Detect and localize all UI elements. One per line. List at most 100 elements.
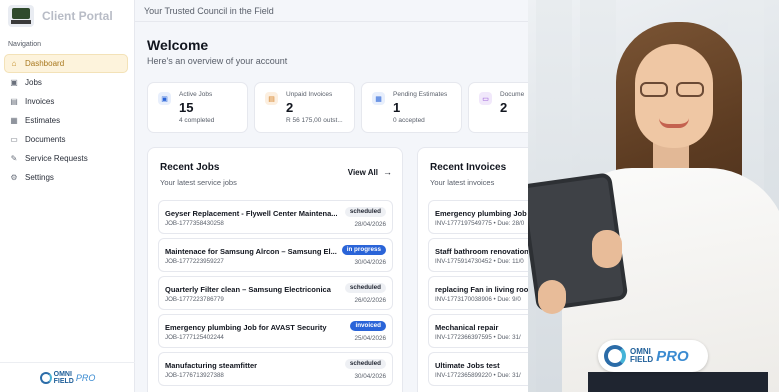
job-id: JOB-1777125402244 bbox=[165, 334, 224, 341]
job-id: JOB-1777358430258 bbox=[165, 220, 224, 227]
job-id: JOB-1776713927388 bbox=[165, 372, 224, 379]
invoice-id: INV-1772366397595 • Due: 31/ bbox=[435, 334, 521, 341]
sidebar-item-label: Invoices bbox=[25, 97, 55, 106]
page-title: Welcome bbox=[147, 37, 209, 53]
sidebar-item-label: Service Requests bbox=[25, 154, 88, 163]
job-date: 30/04/2026 bbox=[354, 259, 386, 266]
page-subtitle: Here's an overview of your account bbox=[147, 56, 288, 66]
job-id: JOB-1777223786779 bbox=[165, 296, 224, 303]
sidebar-item-invoices[interactable]: ▤ Invoices bbox=[4, 92, 128, 111]
job-date: 28/04/2026 bbox=[354, 221, 386, 228]
sidebar-item-jobs[interactable]: ▣ Jobs bbox=[4, 73, 128, 92]
view-all-label: View All bbox=[347, 167, 378, 177]
omnifield-logo-badge: OMNI FIELD PRO bbox=[598, 340, 708, 372]
job-title: Maintenace for Samsung Alrcon – Samsung … bbox=[165, 247, 337, 256]
photo-skirt bbox=[588, 372, 768, 392]
folder-icon: ▭ bbox=[10, 135, 18, 144]
job-title: Manufacturing steamfitter bbox=[165, 361, 258, 370]
company-logo bbox=[8, 5, 34, 27]
logo-word-top: OMNI bbox=[53, 370, 72, 378]
photo-hand bbox=[538, 280, 566, 314]
job-row[interactable]: Maintenace for Samsung Alrcon – Samsung … bbox=[158, 238, 393, 272]
logo-word-bottom: FIELD bbox=[630, 355, 654, 364]
sidebar-item-label: Jobs bbox=[25, 78, 42, 87]
main-content: Your Trusted Council in the Field Welcom… bbox=[135, 0, 557, 392]
logo-ring-icon bbox=[604, 345, 626, 367]
stat-label: Pending Estimates bbox=[393, 91, 448, 98]
status-badge: scheduled bbox=[344, 207, 386, 217]
sidebar-item-label: Documents bbox=[25, 135, 66, 144]
sidebar-item-estimates[interactable]: ▦ Estimates bbox=[4, 111, 128, 130]
logo-ring-icon bbox=[39, 371, 52, 384]
file-icon: ▤ bbox=[265, 92, 278, 105]
invoice-id: INV-1777197549775 • Due: 28/0 bbox=[435, 220, 525, 227]
invoice-title: replacing Fan in living room bbox=[435, 285, 535, 294]
job-id: JOB-1777223959227 bbox=[165, 258, 224, 265]
job-row[interactable]: Manufacturing steamfitter JOB-1776713927… bbox=[158, 352, 393, 386]
logo-wordmark: OMNI FIELD bbox=[54, 371, 74, 385]
sidebar-item-label: Dashboard bbox=[25, 59, 65, 68]
stat-note: 4 completed bbox=[179, 117, 215, 124]
photo-hand bbox=[592, 230, 622, 268]
status-badge: scheduled bbox=[344, 283, 386, 293]
stat-value: 2 bbox=[286, 100, 294, 115]
job-date: 30/04/2026 bbox=[354, 373, 386, 380]
sidebar: Client Portal Navigation ⌂ Dashboard ▣ J… bbox=[0, 0, 135, 392]
stat-note: R 56 175,00 outst... bbox=[286, 117, 343, 124]
sidebar-item-settings[interactable]: ⚙ Settings bbox=[4, 168, 128, 187]
stat-label: Docume bbox=[500, 91, 525, 98]
job-date: 25/04/2026 bbox=[354, 335, 386, 342]
status-badge: scheduled bbox=[344, 359, 386, 369]
status-badge: in progress bbox=[341, 245, 386, 255]
stat-card-pending-estimates[interactable]: ▦ Pending Estimates 1 0 accepted bbox=[361, 82, 462, 133]
job-row[interactable]: Emergency plumbing Job for AVAST Securit… bbox=[158, 314, 393, 348]
invoice-id: INV-1775914730452 • Due: 11/0 bbox=[435, 258, 524, 265]
calculator-icon: ▦ bbox=[372, 92, 385, 105]
sidebar-footer: OMNI FIELD PRO bbox=[0, 362, 135, 392]
job-row[interactable]: Quarterly Filter clean – Samsung Electri… bbox=[158, 276, 393, 310]
briefcase-icon: ▣ bbox=[158, 92, 171, 105]
job-date: 26/02/2026 bbox=[354, 297, 386, 304]
topbar: Your Trusted Council in the Field bbox=[135, 0, 528, 22]
stat-card-active-jobs[interactable]: ▣ Active Jobs 15 4 completed bbox=[147, 82, 248, 133]
logo-pro: PRO bbox=[656, 347, 689, 365]
stat-value: 2 bbox=[500, 100, 508, 115]
folder-icon: ▭ bbox=[479, 92, 492, 105]
recent-jobs-subtitle: Your latest service jobs bbox=[160, 178, 237, 187]
sidebar-item-service-requests[interactable]: ✎ Service Requests bbox=[4, 149, 128, 168]
recent-invoices-title: Recent Invoices bbox=[430, 162, 507, 173]
arrow-right-icon: → bbox=[383, 167, 392, 177]
file-icon: ▤ bbox=[10, 97, 18, 106]
logo-word-bottom: FIELD bbox=[53, 377, 74, 385]
nav-section-label: Navigation bbox=[8, 41, 42, 48]
logo-pro: PRO bbox=[75, 372, 96, 383]
logo-wordmark: OMNI FIELD bbox=[630, 348, 653, 364]
stat-value: 15 bbox=[179, 100, 194, 115]
job-title: Geyser Replacement - Flywell Center Main… bbox=[165, 209, 337, 218]
calculator-icon: ▦ bbox=[10, 116, 18, 125]
briefcase-icon: ▣ bbox=[10, 78, 18, 87]
stat-value: 1 bbox=[393, 100, 401, 115]
job-row[interactable]: Geyser Replacement - Flywell Center Main… bbox=[158, 200, 393, 234]
topbar-tagline: Your Trusted Council in the Field bbox=[144, 5, 274, 16]
invoice-title: Emergency plumbing Job fo bbox=[435, 209, 535, 218]
stat-label: Active Jobs bbox=[179, 91, 213, 98]
sidebar-item-label: Estimates bbox=[25, 116, 61, 125]
sidebar-item-label: Settings bbox=[25, 173, 54, 182]
recent-jobs-card: Recent Jobs Your latest service jobs Vie… bbox=[147, 147, 403, 392]
sidebar-item-dashboard[interactable]: ⌂ Dashboard bbox=[4, 54, 128, 73]
invoice-title: Mechanical repair bbox=[435, 323, 499, 332]
sidebar-item-documents[interactable]: ▭ Documents bbox=[4, 130, 128, 149]
sidebar-nav: ⌂ Dashboard ▣ Jobs ▤ Invoices ▦ Estimate… bbox=[0, 54, 134, 187]
stat-label: Unpaid Invoices bbox=[286, 91, 333, 98]
wrench-icon: ✎ bbox=[10, 154, 18, 163]
stat-card-unpaid-invoices[interactable]: ▤ Unpaid Invoices 2 R 56 175,00 outst... bbox=[254, 82, 355, 133]
invoice-id: INV-1773170038906 • Due: 9/0 bbox=[435, 296, 521, 303]
brand: Client Portal bbox=[0, 0, 134, 32]
recent-jobs-list: Geyser Replacement - Flywell Center Main… bbox=[158, 200, 393, 390]
recent-invoices-subtitle: Your latest invoices bbox=[430, 178, 495, 187]
status-badge: invoiced bbox=[350, 321, 386, 331]
job-title: Quarterly Filter clean – Samsung Electri… bbox=[165, 285, 331, 294]
invoice-title: Staff bathroom renovation bbox=[435, 247, 529, 256]
view-all-jobs-link[interactable]: View All → bbox=[348, 167, 392, 177]
